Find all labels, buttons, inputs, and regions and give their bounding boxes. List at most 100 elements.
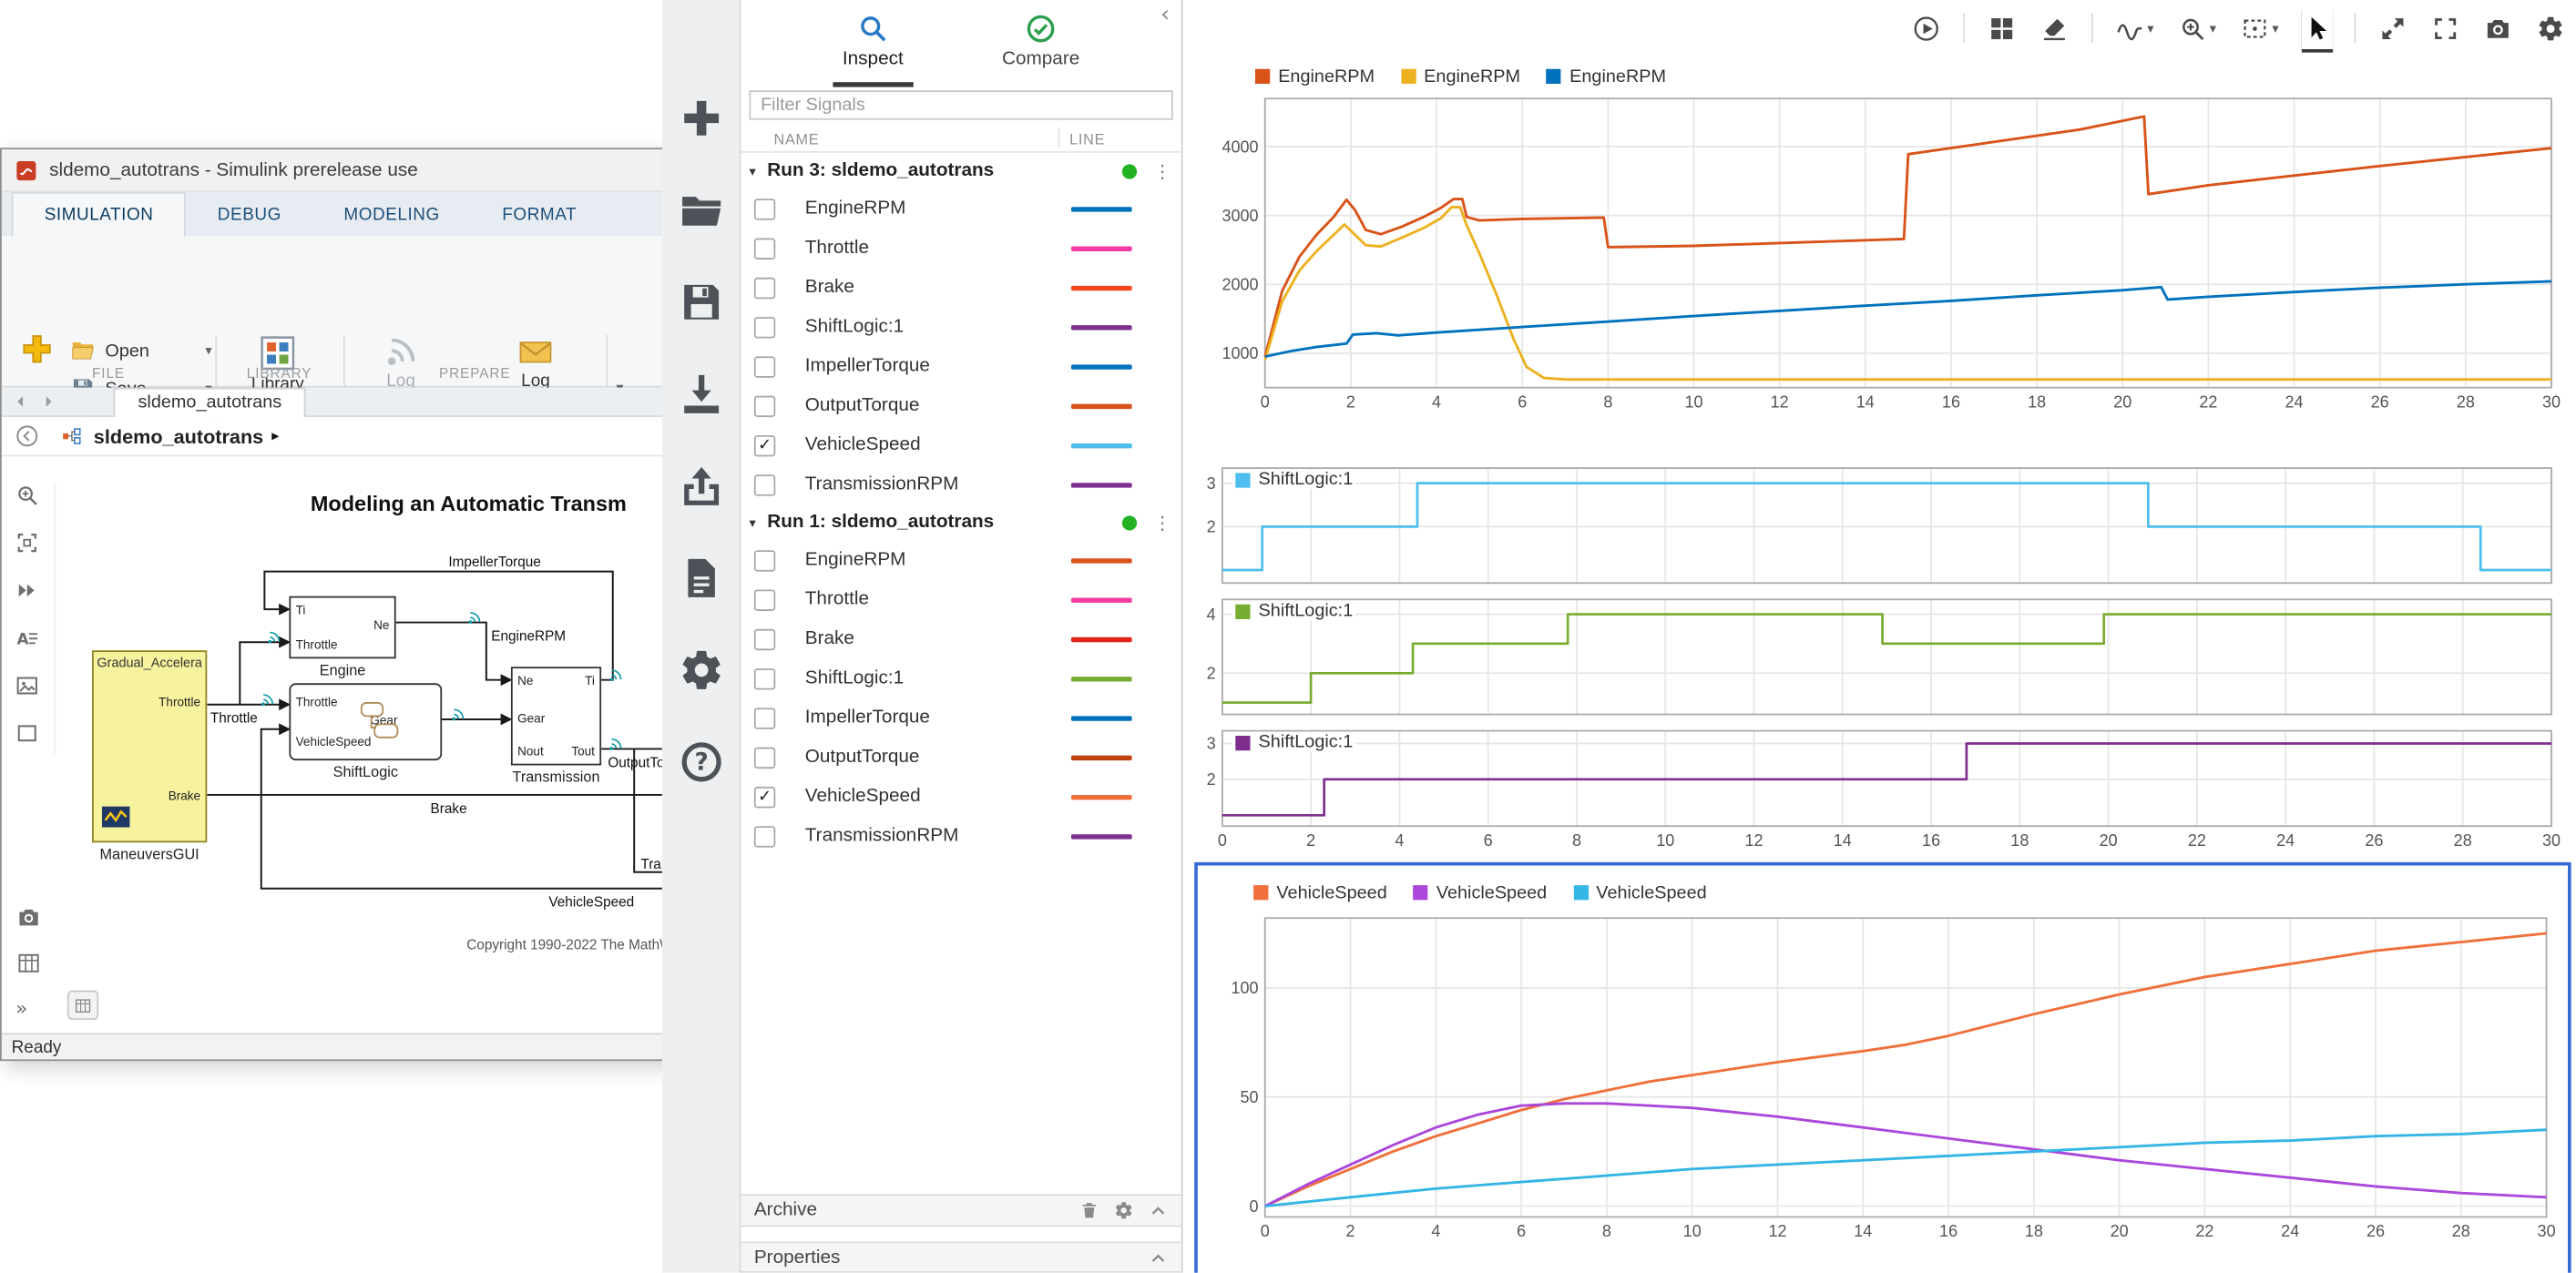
- navigate-back-icon[interactable]: [15, 423, 39, 448]
- signal-row[interactable]: ShiftLogic:1: [741, 658, 1181, 698]
- canvas-more-button[interactable]: »: [15, 997, 42, 1023]
- signal-label-impellertorque[interactable]: ImpellerTorque: [448, 554, 540, 570]
- legend-item[interactable]: EngineRPM: [1400, 66, 1520, 87]
- signal-checkbox[interactable]: [753, 627, 776, 650]
- signal-checkbox[interactable]: [753, 825, 776, 847]
- ribbon-tab-modeling[interactable]: MODELING: [312, 192, 471, 237]
- sidebar-help-button[interactable]: ?: [668, 729, 733, 795]
- plot-tool-snapshot[interactable]: [2482, 6, 2513, 49]
- plot-tool-fit-view[interactable]: ▾: [2239, 6, 2280, 49]
- subplot-shiftlogic-2[interactable]: ShiftLogic:1 24: [1205, 596, 2563, 718]
- canvas-fit-screen-button[interactable]: [15, 531, 41, 557]
- settings-small-icon[interactable]: [1114, 1200, 1134, 1220]
- signal-row[interactable]: Throttle: [741, 229, 1181, 268]
- subplot-vehiclespeed-selected[interactable]: VehicleSpeed VehicleSpeed VehicleSpeed 024…: [1194, 861, 2571, 1273]
- signal-row[interactable]: ImpellerTorque: [741, 698, 1181, 738]
- subplot-shiftlogic-3[interactable]: ShiftLogic:1 0 2 4 6 8 10 12 14 16 18 20 22 24 26 28 30…: [1205, 727, 2563, 853]
- collapse-arrow-icon[interactable]: ▾: [749, 514, 767, 529]
- sidebar-import-button[interactable]: [668, 362, 733, 427]
- signal-checkbox[interactable]: [753, 237, 776, 260]
- signal-label-brake[interactable]: Brake: [431, 799, 467, 816]
- signal-row[interactable]: EngineRPM: [741, 188, 1181, 228]
- signal-row[interactable]: Brake: [741, 268, 1181, 307]
- window-titlebar[interactable]: sldemo_autotrans - Simulink prerelease u…: [1, 149, 689, 193]
- signal-row[interactable]: ✓ VehicleSpeed: [741, 425, 1181, 464]
- plot-canvas[interactable]: 0 2 4 6 8 10 12 14 16 18 20 22 24 26 28 30 1000 2000 3000 4…: [1200, 92, 2568, 423]
- subplot-enginerpm[interactable]: EngineRPM EngineRPM EngineRPM 0 2 4 6 8 10 12 14 1…: [1199, 58, 2569, 424]
- subplot-shiftlogic-1[interactable]: ShiftLogic:1 23: [1205, 464, 2563, 586]
- collapse-icon[interactable]: [1149, 1248, 1169, 1268]
- canvas-annotation-button[interactable]: A: [15, 626, 41, 652]
- canvas-zoom-in-button[interactable]: [15, 483, 41, 509]
- plot-canvas[interactable]: 0 2 4 6 8 10 12 14 16 18 20 22 24 26 28 30 0 50 100: [1198, 911, 2568, 1259]
- plot-tool-settings[interactable]: [2535, 6, 2566, 49]
- sidebar-save-button[interactable]: [668, 270, 733, 335]
- signal-checkbox[interactable]: [753, 355, 776, 377]
- canvas-table-button[interactable]: [15, 951, 42, 977]
- ribbon-tab-debug[interactable]: DEBUG: [187, 192, 313, 237]
- model-canvas[interactable]: A » Modeling an Automatic Transm Gradual…: [1, 456, 689, 1037]
- signal-row[interactable]: Brake: [741, 619, 1181, 658]
- signal-row[interactable]: ✓ VehicleSpeed: [741, 777, 1181, 816]
- archive-section-header[interactable]: Archive: [741, 1194, 1181, 1227]
- signal-checkbox[interactable]: ✓: [753, 786, 776, 808]
- signal-row[interactable]: EngineRPM: [741, 540, 1181, 579]
- signal-label-enginerpm[interactable]: EngineRPM: [491, 627, 566, 644]
- sidebar-report-button[interactable]: [668, 545, 733, 611]
- document-tab[interactable]: sldemo_autotrans: [113, 386, 307, 417]
- forward-arrow-icon[interactable]: [39, 392, 57, 411]
- plot-canvas[interactable]: 23: [1206, 464, 2563, 586]
- signal-checkbox[interactable]: [753, 198, 776, 219]
- plot-tool-cursor[interactable]: [2302, 6, 2333, 49]
- signal-checkbox[interactable]: [753, 549, 776, 571]
- signal-checkbox[interactable]: [753, 746, 776, 769]
- legend-item[interactable]: ShiftLogic:1: [1235, 732, 1353, 752]
- ribbon-tab-simulation[interactable]: SIMULATION: [11, 192, 187, 237]
- block-engine[interactable]: Ti Throttle Ne Engine: [289, 596, 396, 678]
- legend-item[interactable]: ShiftLogic:1: [1235, 601, 1353, 621]
- dropdown-caret-icon[interactable]: ▾: [2210, 21, 2216, 36]
- plot-tool-eraser[interactable]: [2039, 6, 2070, 49]
- trash-icon[interactable]: [1079, 1200, 1099, 1220]
- breadcrumb-model-name[interactable]: sldemo_autotrans: [94, 424, 263, 447]
- run-header[interactable]: ▾ Run 3: sldemo_autotrans ⋮: [741, 153, 1181, 189]
- sidebar-export-button[interactable]: [668, 453, 733, 519]
- run-menu-icon[interactable]: ⋮: [1153, 512, 1171, 533]
- legend-item[interactable]: VehicleSpeed: [1253, 882, 1387, 902]
- plot-tool-layout-grid[interactable]: [1986, 6, 2017, 49]
- filter-signals-input[interactable]: [749, 90, 1173, 120]
- plot-tool-play[interactable]: [1911, 6, 1942, 49]
- plot-canvas[interactable]: 24: [1206, 596, 2563, 718]
- dropdown-caret-icon[interactable]: ▾: [205, 343, 211, 358]
- plot-tool-zoom[interactable]: ▾: [2177, 6, 2218, 49]
- signal-checkbox[interactable]: ✓: [753, 434, 776, 456]
- signal-label-vehiclespeed[interactable]: VehicleSpeed: [548, 893, 634, 910]
- signal-checkbox[interactable]: [753, 588, 776, 611]
- signal-checkbox[interactable]: [753, 707, 776, 728]
- canvas-camera-button[interactable]: [15, 905, 42, 932]
- plot-tool-expand[interactable]: [2377, 6, 2408, 49]
- signal-row[interactable]: OutputTorque: [741, 386, 1181, 425]
- legend-item[interactable]: VehicleSpeed: [1413, 882, 1547, 902]
- sidebar-open-button[interactable]: [668, 178, 733, 243]
- panel-collapse-icon[interactable]: ‹: [1160, 2, 1170, 28]
- tab-inspect[interactable]: Inspect: [833, 0, 914, 87]
- block-shiftlogic[interactable]: Throttle VehicleSpeed Gear ShiftLogic: [289, 683, 443, 780]
- sidebar-settings-button[interactable]: [668, 637, 733, 703]
- legend-item[interactable]: ShiftLogic:1: [1235, 470, 1353, 489]
- signal-checkbox[interactable]: [753, 667, 776, 689]
- back-arrow-icon[interactable]: [12, 392, 30, 411]
- signal-row[interactable]: TransmissionRPM: [741, 464, 1181, 504]
- properties-section-header[interactable]: Properties: [741, 1241, 1181, 1273]
- canvas-image-button[interactable]: [15, 673, 41, 699]
- dropdown-caret-icon[interactable]: ▾: [2272, 21, 2278, 36]
- run-menu-icon[interactable]: ⋮: [1153, 160, 1171, 181]
- legend-item[interactable]: EngineRPM: [1546, 66, 1666, 87]
- block-maneuversgui[interactable]: Gradual_Accelerat Throttle Brake Maneuve…: [92, 650, 208, 862]
- signal-row[interactable]: OutputTorque: [741, 738, 1181, 777]
- signal-checkbox[interactable]: [753, 474, 776, 495]
- signal-row[interactable]: ShiftLogic:1: [741, 307, 1181, 346]
- tab-compare[interactable]: Compare: [992, 0, 1089, 87]
- plot-tool-line-style[interactable]: ▾: [2114, 6, 2155, 49]
- legend-item[interactable]: VehicleSpeed: [1573, 882, 1707, 902]
